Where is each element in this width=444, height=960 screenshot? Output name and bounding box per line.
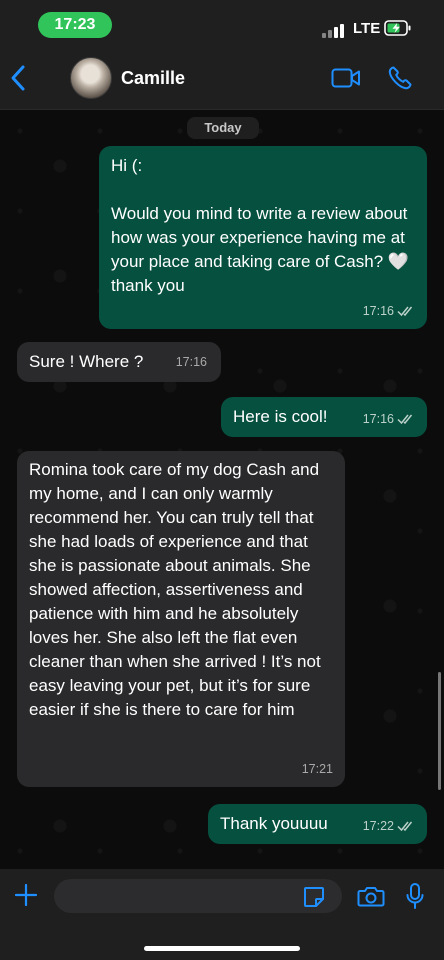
phone-icon[interactable] (386, 64, 414, 92)
read-ticks-icon (397, 821, 413, 832)
status-time: 17:23 (38, 12, 112, 38)
message-time: 17:21 (301, 762, 333, 776)
message-input[interactable] (54, 879, 342, 913)
message-time: 17:22 (362, 819, 394, 833)
chevron-left-icon[interactable] (8, 64, 30, 92)
chat-area[interactable]: Today Hi (: Would you mind to write a re… (0, 111, 444, 869)
message-meta: 17:16 (363, 299, 415, 323)
message-composer (0, 869, 444, 960)
video-call-icon[interactable] (331, 67, 361, 89)
battery-charging-icon (384, 20, 411, 36)
scroll-indicator[interactable] (438, 672, 441, 790)
message-outgoing[interactable]: Hi (: Would you mind to write a review a… (99, 146, 427, 329)
message-outgoing[interactable]: Here is cool! 17:16 (221, 397, 427, 437)
read-ticks-icon (397, 414, 413, 425)
message-time: 17:16 (362, 412, 394, 426)
sticker-icon[interactable] (302, 885, 326, 909)
message-text: Romina took care of my dog Cash and my h… (29, 460, 326, 719)
status-bar: 17:23 LTE (0, 0, 444, 48)
plus-icon[interactable] (14, 883, 38, 907)
message-meta: 17:22 (363, 814, 415, 838)
message-incoming[interactable]: Sure ! Where ? 17:16 (17, 342, 221, 382)
message-incoming[interactable]: Romina took care of my dog Cash and my h… (17, 451, 345, 787)
read-ticks-icon (397, 306, 413, 317)
camera-icon[interactable] (357, 884, 385, 908)
home-indicator[interactable] (144, 946, 300, 951)
avatar[interactable] (70, 57, 112, 99)
message-meta: 17:21 (302, 757, 333, 781)
chat-header: Camille (0, 48, 444, 110)
message-time: 17:16 (362, 304, 394, 318)
message-outgoing[interactable]: Thank youuuu 17:22 (208, 804, 427, 844)
message-meta: 17:16 (176, 350, 207, 374)
microphone-icon[interactable] (405, 882, 425, 910)
date-divider: Today (187, 117, 259, 139)
signal-icon (322, 22, 348, 38)
contact-name[interactable]: Camille (121, 68, 185, 89)
message-meta: 17:16 (363, 407, 415, 431)
message-text: Hi (: Would you mind to write a review a… (111, 156, 410, 295)
message-time: 17:16 (175, 355, 207, 369)
network-type: LTE (353, 20, 381, 37)
